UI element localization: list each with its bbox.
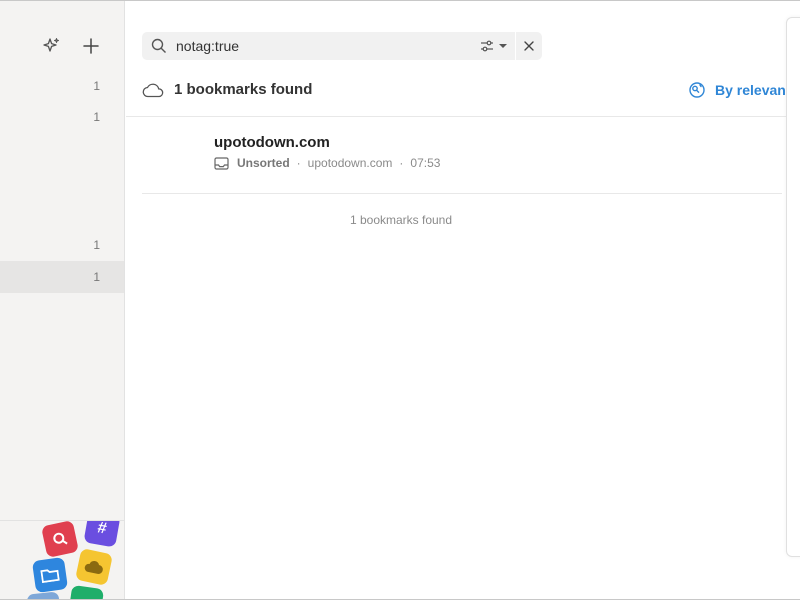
sidebar-item[interactable]: 1: [0, 101, 124, 133]
cloud-icon: [142, 83, 164, 97]
search-filter-button[interactable]: [472, 32, 515, 60]
ai-sparkle-button[interactable]: [40, 35, 62, 57]
search-input[interactable]: [176, 33, 472, 59]
results-footer-count: 1 bookmarks found: [349, 213, 453, 227]
sort-button[interactable]: By relevance: [688, 81, 800, 99]
add-button[interactable]: [80, 35, 102, 57]
green-tile-icon: [67, 584, 105, 599]
bookmark-collection[interactable]: Unsorted: [237, 156, 290, 170]
relevance-sort-icon: [689, 82, 705, 98]
bookmark-item[interactable]: upotodown.com Unsorted · upotodown.com ·…: [142, 123, 782, 194]
header-divider: [126, 116, 786, 117]
bookmark-title[interactable]: upotodown.com: [214, 134, 330, 151]
sidebar: 1 1 1 1 #: [0, 1, 125, 599]
blue-tile-icon: [26, 591, 62, 599]
results-header: 1 bookmarks found: [142, 81, 312, 98]
search-bar: [142, 32, 542, 60]
meta-separator: ·: [296, 156, 301, 170]
sidebar-item-selected[interactable]: 1: [0, 261, 124, 293]
filter-sliders-icon: [481, 40, 493, 52]
sidebar-item[interactable]: 1: [0, 70, 124, 102]
sidebar-item-count: 1: [93, 238, 100, 252]
bookmark-time: 07:53: [410, 156, 441, 170]
inbox-icon: [214, 156, 229, 170]
side-panel-edge[interactable]: [786, 17, 800, 557]
search-tile-icon: [41, 521, 79, 558]
bookmark-domain: upotodown.com: [307, 156, 393, 170]
folder-tile-icon: [31, 556, 69, 594]
main-content: 1 bookmarks found By relevance upotodown…: [126, 1, 800, 599]
app-promo-graphic[interactable]: #: [26, 521, 124, 599]
sidebar-actions: [40, 35, 102, 57]
sidebar-item[interactable]: 1: [0, 229, 124, 261]
search-icon: [142, 32, 176, 60]
hashtag-tile-icon: #: [83, 521, 121, 548]
sidebar-item-count: 1: [93, 270, 100, 284]
meta-separator: ·: [399, 156, 404, 170]
cloud-tile-icon: [75, 548, 113, 586]
sparkle-icon: [43, 38, 59, 52]
results-count-title: 1 bookmarks found: [174, 81, 313, 98]
clear-search-button[interactable]: [516, 32, 542, 60]
chevron-down-icon: [499, 44, 507, 48]
app-window: 1 1 1 1 # notag:true 1 bookmarks found B…: [0, 0, 800, 600]
plus-icon: [83, 38, 99, 54]
sidebar-item-count: 1: [93, 110, 100, 124]
close-icon: [524, 41, 534, 51]
bookmark-meta: Unsorted · upotodown.com · 07:53: [214, 156, 440, 170]
sidebar-item-count: 1: [93, 79, 100, 93]
